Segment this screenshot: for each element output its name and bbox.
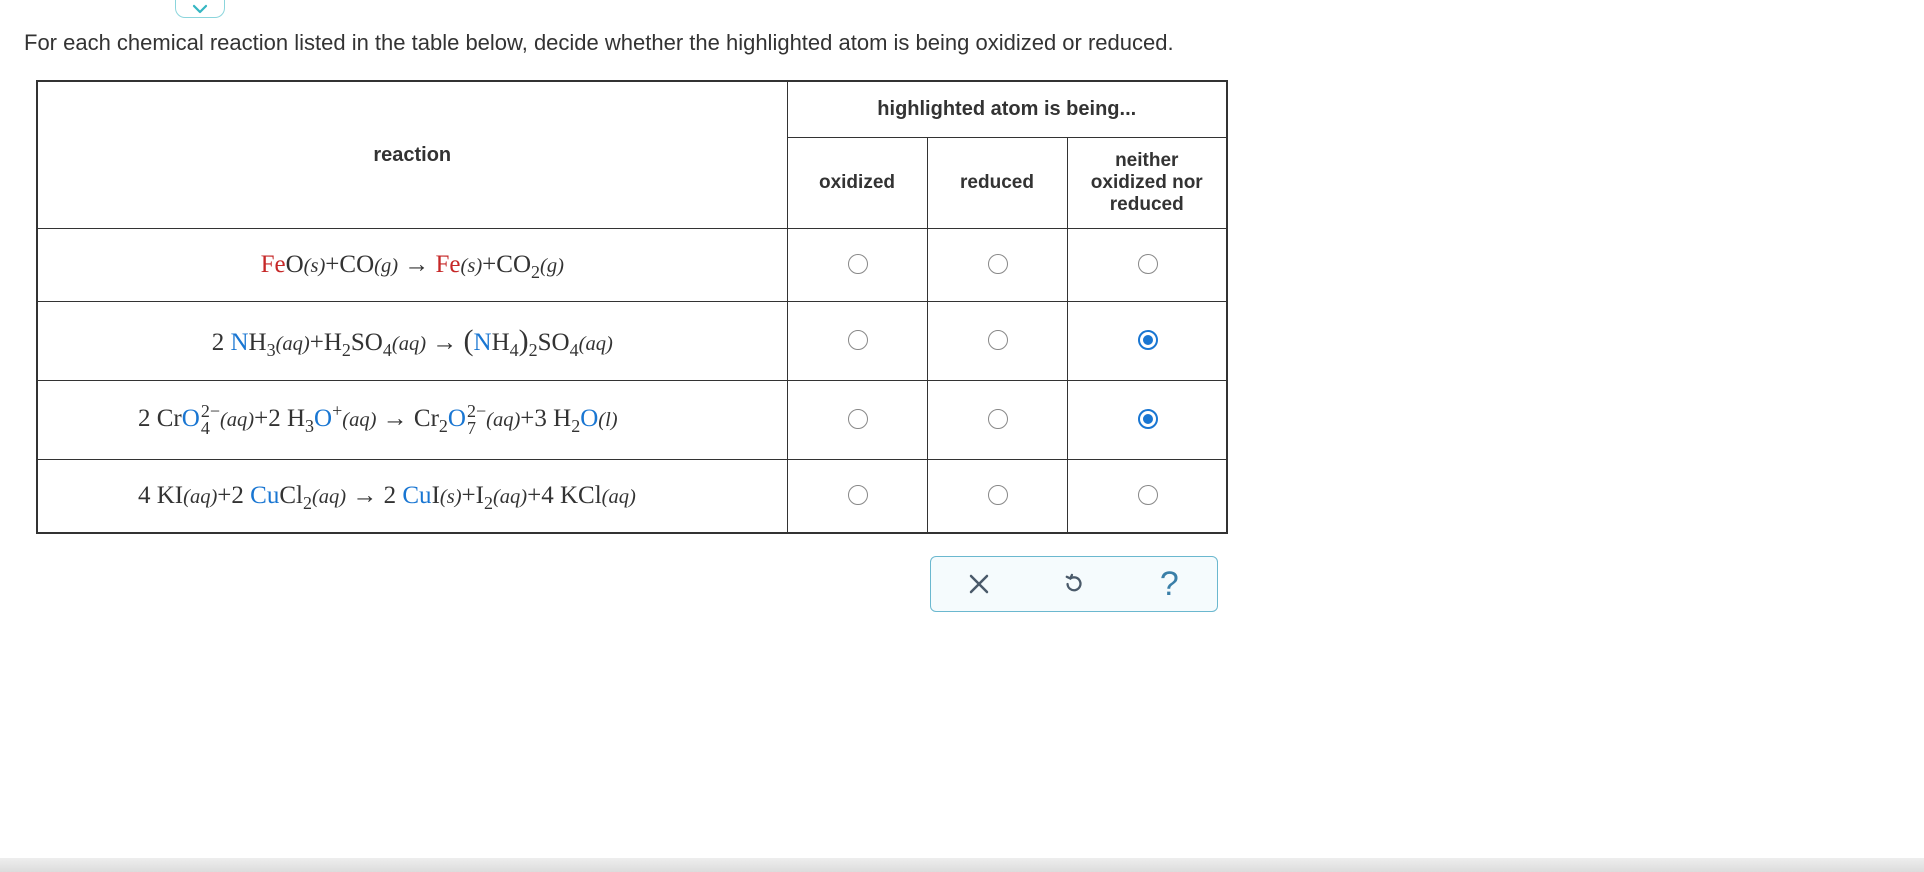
col-header-reduced: reduced [927, 138, 1067, 229]
reset-button[interactable] [1056, 566, 1092, 602]
reaction-formula-1: FeO(s)+CO(g) → Fe(s)+CO2(g) [37, 229, 787, 302]
question-prompt: For each chemical reaction listed in the… [24, 30, 1924, 56]
radio-row1-oxidized[interactable] [848, 254, 868, 274]
radio-row4-neither[interactable] [1138, 485, 1158, 505]
table-row: 2 CrO2−4(aq)+2 H3O+(aq) → Cr2O2−7(aq)+3 … [37, 381, 1227, 460]
reaction-formula-3: 2 CrO2−4(aq)+2 H3O+(aq) → Cr2O2−7(aq)+3 … [37, 381, 787, 460]
radio-row1-neither[interactable] [1138, 254, 1158, 274]
radio-row4-oxidized[interactable] [848, 485, 868, 505]
radio-row3-reduced[interactable] [988, 409, 1008, 429]
reaction-table: reaction highlighted atom is being... ox… [36, 80, 1228, 534]
table-row: FeO(s)+CO(g) → Fe(s)+CO2(g) [37, 229, 1227, 302]
table-row: 2 NH3(aq)+H2SO4(aq) → (NH4)2SO4(aq) [37, 302, 1227, 381]
radio-row2-neither[interactable] [1138, 330, 1158, 350]
reaction-formula-2: 2 NH3(aq)+H2SO4(aq) → (NH4)2SO4(aq) [37, 302, 787, 381]
chevron-down-icon [191, 3, 209, 15]
table-row: 4 KI(aq)+2 CuCl2(aq) → 2 CuI(s)+I2(aq)+4… [37, 460, 1227, 534]
radio-row1-reduced[interactable] [988, 254, 1008, 274]
clear-button[interactable] [961, 566, 997, 602]
radio-row3-oxidized[interactable] [848, 409, 868, 429]
radio-row4-reduced[interactable] [988, 485, 1008, 505]
col-header-reaction: reaction [37, 81, 787, 229]
radio-row3-neither[interactable] [1138, 409, 1158, 429]
help-button[interactable]: ? [1151, 566, 1187, 602]
radio-row2-reduced[interactable] [988, 330, 1008, 350]
col-header-neither: neither oxidized nor reduced [1067, 138, 1227, 229]
bottom-divider [0, 858, 1924, 872]
reaction-formula-4: 4 KI(aq)+2 CuCl2(aq) → 2 CuI(s)+I2(aq)+4… [37, 460, 787, 534]
collapse-tab[interactable] [175, 0, 225, 18]
radio-row2-oxidized[interactable] [848, 330, 868, 350]
undo-icon [1062, 571, 1086, 597]
action-bar: ? [930, 556, 1218, 612]
col-header-oxidized: oxidized [787, 138, 927, 229]
col-header-group: highlighted atom is being... [787, 81, 1227, 138]
close-icon [968, 573, 990, 595]
